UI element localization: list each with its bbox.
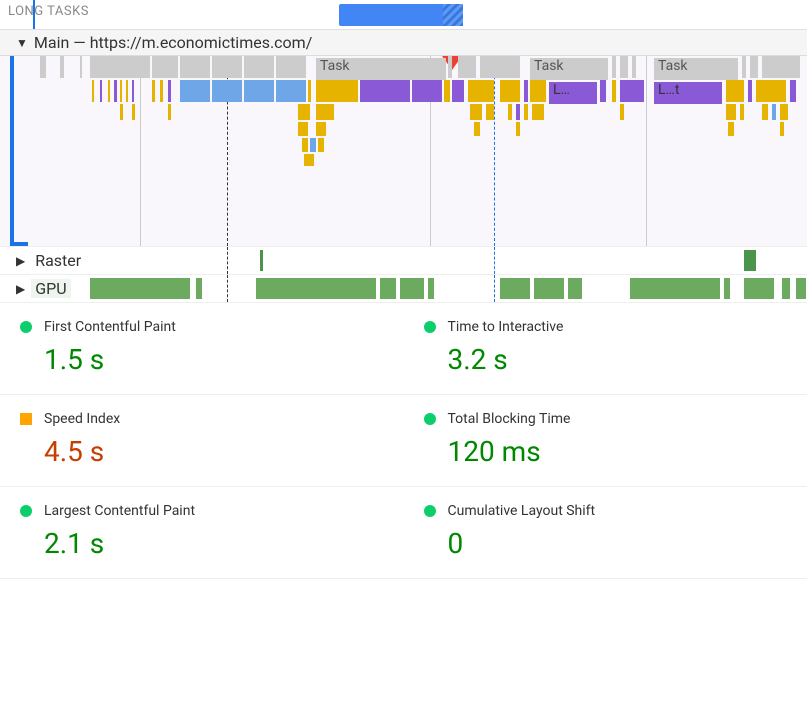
metric-fcp[interactable]: First Contentful Paint 1.5 s bbox=[0, 303, 404, 395]
status-dot-icon bbox=[424, 505, 436, 517]
status-dot-icon bbox=[424, 413, 436, 425]
metric-speed-index[interactable]: Speed Index 4.5 s bbox=[0, 395, 404, 487]
metric-label: First Contentful Paint bbox=[44, 319, 176, 335]
metric-label: Time to Interactive bbox=[448, 319, 564, 335]
metric-tti[interactable]: Time to Interactive 3.2 s bbox=[404, 303, 807, 395]
metric-value: 120 ms bbox=[448, 435, 792, 468]
metric-cls[interactable]: Cumulative Layout Shift 0 bbox=[404, 487, 807, 579]
metric-value: 2.1 s bbox=[44, 527, 388, 560]
task-block[interactable]: Task bbox=[530, 58, 608, 80]
task-block[interactable]: L… bbox=[549, 82, 597, 104]
status-dot-icon bbox=[20, 505, 32, 517]
metric-lcp[interactable]: Largest Contentful Paint 2.1 s bbox=[0, 487, 404, 579]
metric-value: 4.5 s bbox=[44, 435, 388, 468]
main-track-header[interactable]: ▼ Main — https://m.economictimes.com/ bbox=[0, 30, 807, 56]
long-task-bar[interactable] bbox=[339, 4, 463, 26]
metric-label: Speed Index bbox=[44, 411, 120, 427]
long-tasks-label: LONG TASKS bbox=[8, 4, 89, 19]
long-tasks-track[interactable]: LONG TASKS bbox=[0, 0, 807, 30]
status-dot-icon bbox=[424, 321, 436, 333]
metric-label: Largest Contentful Paint bbox=[44, 503, 195, 519]
raster-track[interactable]: ▶ Raster bbox=[0, 246, 807, 274]
main-track-label: Main — https://m.economictimes.com/ bbox=[34, 33, 312, 52]
metric-value: 1.5 s bbox=[44, 343, 388, 376]
metric-label: Cumulative Layout Shift bbox=[448, 503, 596, 519]
gpu-track[interactable]: ▶ GPU bbox=[0, 274, 807, 302]
metric-value: 3.2 s bbox=[448, 343, 792, 376]
raster-label: Raster bbox=[31, 251, 85, 270]
metric-label: Total Blocking Time bbox=[448, 411, 571, 427]
metric-value: 0 bbox=[448, 527, 792, 560]
task-block[interactable]: L…t bbox=[654, 82, 722, 104]
task-block[interactable]: Task bbox=[316, 58, 446, 80]
flame-chart[interactable]: Task Task Task bbox=[0, 56, 807, 246]
metric-tbt[interactable]: Total Blocking Time 120 ms bbox=[404, 395, 807, 487]
status-dot-icon bbox=[20, 413, 32, 425]
lighthouse-metrics: First Contentful Paint 1.5 s Time to Int… bbox=[0, 302, 807, 579]
collapse-icon[interactable]: ▼ bbox=[16, 36, 28, 50]
gpu-label: GPU bbox=[31, 279, 70, 298]
status-dot-icon bbox=[20, 321, 32, 333]
task-block[interactable]: Task bbox=[654, 58, 738, 80]
